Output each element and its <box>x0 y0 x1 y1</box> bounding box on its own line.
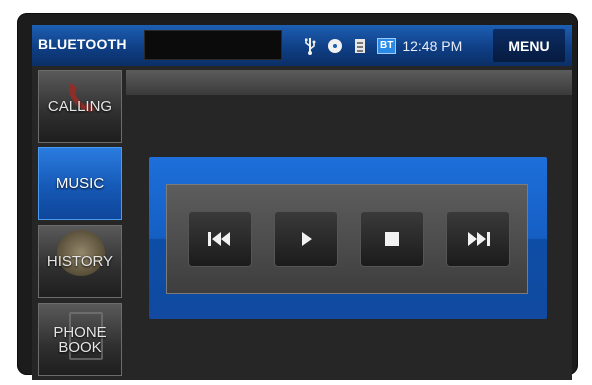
cd-disc <box>328 39 342 53</box>
clock: 12:48 PM <box>402 38 463 54</box>
next-track-icon <box>468 232 490 246</box>
sidebar-item-label: HISTORY <box>46 253 114 270</box>
play-button[interactable] <box>274 211 338 267</box>
play-icon <box>302 232 312 246</box>
title-display-field <box>144 30 282 60</box>
previous-track-button[interactable] <box>188 211 252 267</box>
content-header-strip <box>126 70 572 95</box>
music-control-panel <box>149 157 547 319</box>
stop-icon <box>385 232 399 246</box>
sidebar-item-label: CALLING <box>47 98 113 115</box>
stop-button[interactable] <box>360 211 424 267</box>
sidebar-item-phone-book[interactable]: PHONE BOOK <box>38 303 122 376</box>
sidebar-item-music[interactable]: MUSIC <box>38 147 122 220</box>
usb-icon <box>302 37 318 55</box>
sidebar-item-calling[interactable]: CALLING <box>38 70 122 143</box>
sidebar: CALLING MUSIC HISTORY PHONE BOOK <box>38 70 122 380</box>
sidebar-item-history[interactable]: HISTORY <box>38 225 122 298</box>
app-title: BLUETOOTH <box>38 36 127 52</box>
next-track-button[interactable] <box>446 211 510 267</box>
cd-icon <box>327 37 343 55</box>
bluetooth-icon: BT <box>377 38 397 54</box>
control-bar <box>166 184 528 294</box>
previous-track-icon <box>208 232 230 246</box>
sidebar-item-label: MUSIC <box>55 175 105 192</box>
top-bar: BLUETOOTH BT 12:48 PM MENU <box>32 25 572 66</box>
device-shape <box>355 39 365 53</box>
usb-icon-graphic <box>305 38 316 55</box>
menu-button[interactable]: MENU <box>493 29 565 62</box>
device-icon <box>352 37 368 55</box>
screen: BLUETOOTH BT 12:48 PM MENU CALLING MUSIC… <box>32 25 572 380</box>
sidebar-item-label: PHONE BOOK <box>53 323 107 356</box>
status-area: BT 12:48 PM <box>302 33 462 59</box>
